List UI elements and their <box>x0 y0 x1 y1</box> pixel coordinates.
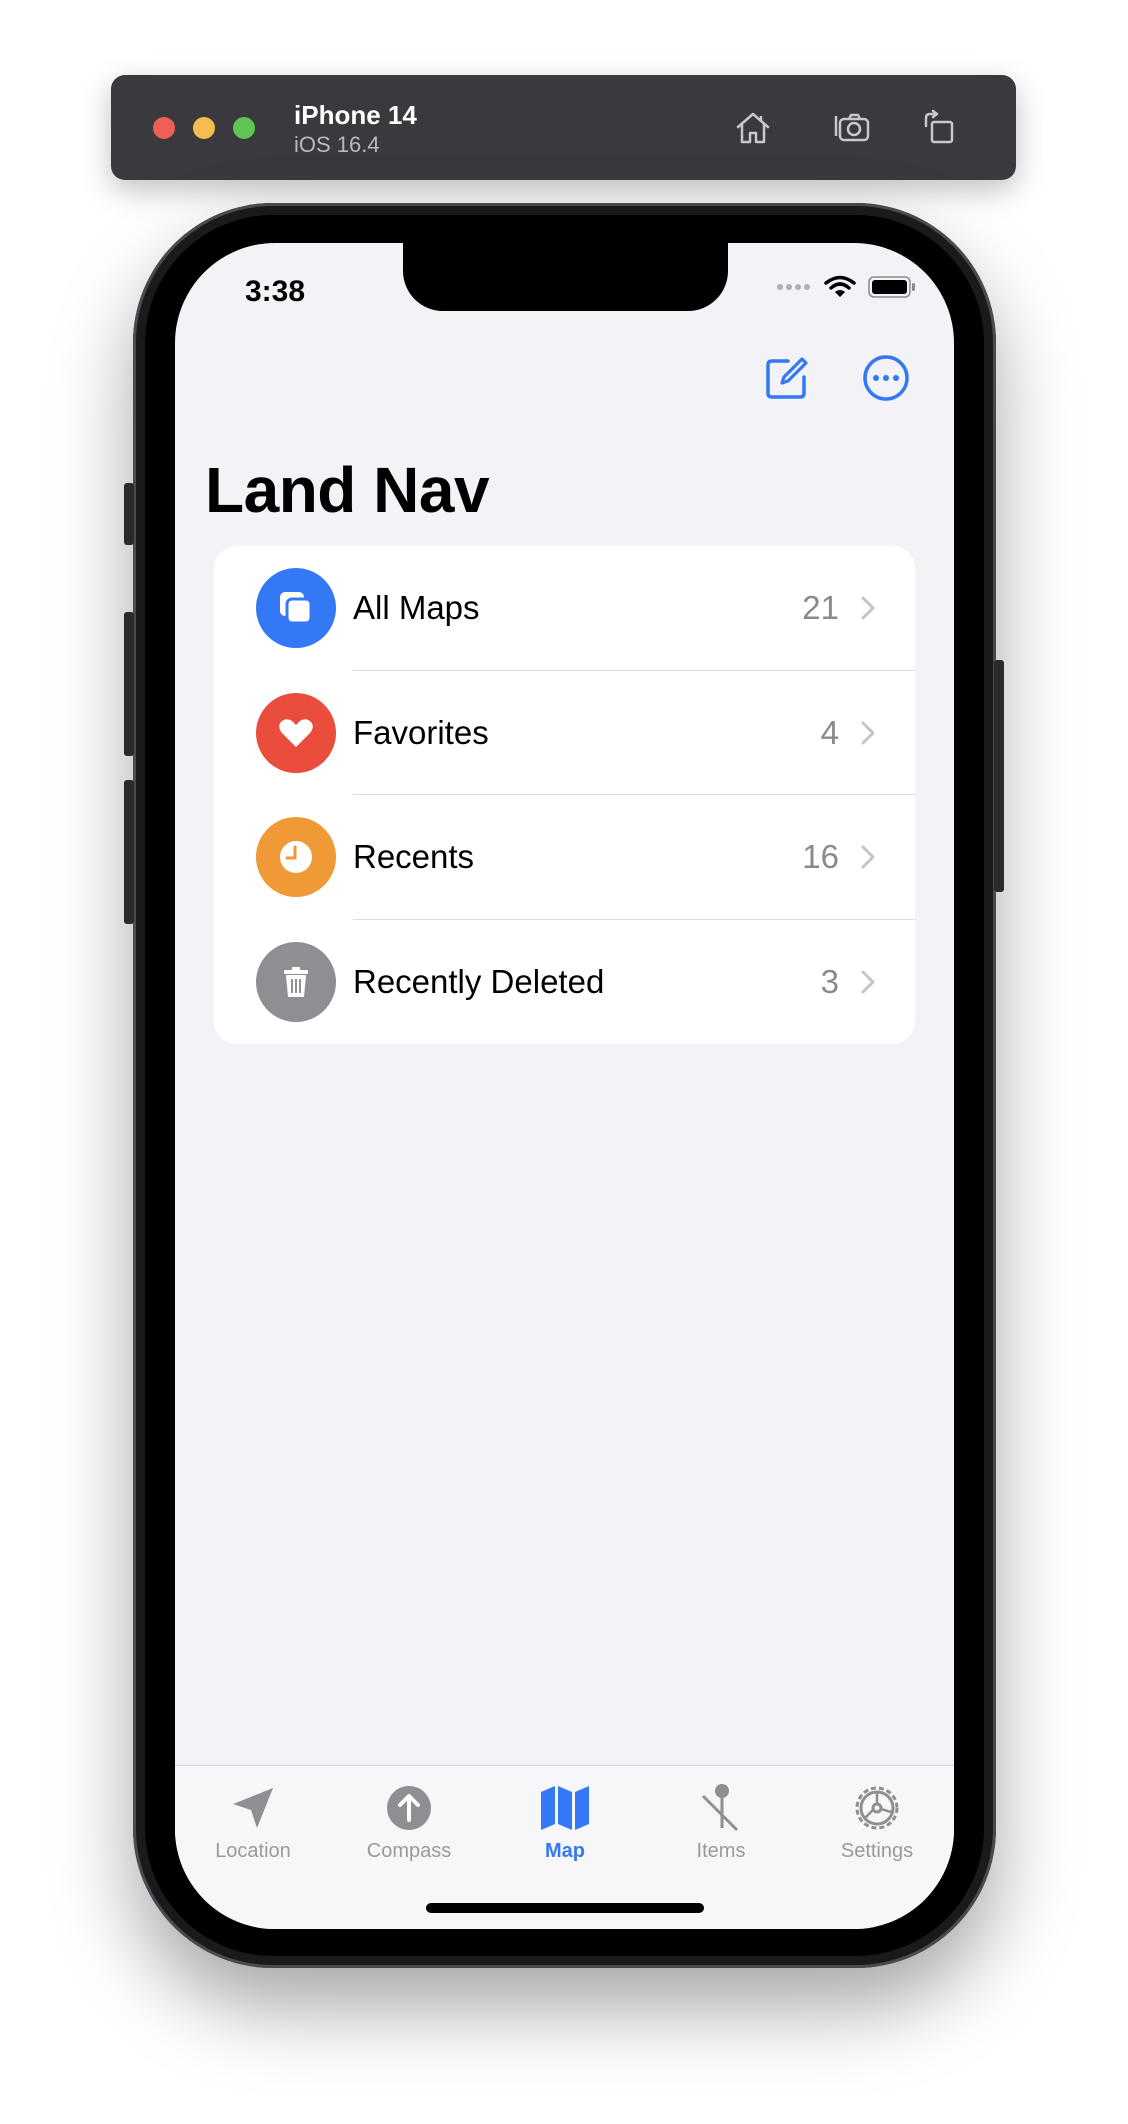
simulator-os-version: iOS 16.4 <box>294 132 380 157</box>
list-item-recently-deleted[interactable]: Recently Deleted 3 <box>214 920 915 1045</box>
home-button[interactable] <box>728 103 778 153</box>
volume-down-button <box>124 780 134 924</box>
stack-icon <box>256 568 336 649</box>
list-item-label: All Maps <box>353 589 480 627</box>
home-icon <box>736 112 770 144</box>
tab-label: Location <box>215 1840 291 1862</box>
rotate-icon <box>924 109 954 144</box>
battery-icon <box>868 276 915 298</box>
folder-list: All Maps 21 Favorites 4 Recents 16 Recen… <box>214 546 915 1044</box>
compose-button[interactable] <box>762 353 812 403</box>
camera-icon <box>834 113 870 142</box>
volume-up-button <box>124 612 134 756</box>
list-item-label: Recents <box>353 838 475 876</box>
chevron-right-icon <box>861 596 875 620</box>
list-item-label: Favorites <box>353 713 489 751</box>
tab-label: Items <box>696 1840 746 1862</box>
list-item-count: 16 <box>802 838 839 876</box>
notch <box>403 243 728 311</box>
zoom-window-button[interactable] <box>233 117 255 139</box>
compass-arrow-icon <box>381 1780 437 1836</box>
power-button <box>994 660 1004 892</box>
chevron-right-icon <box>861 721 875 745</box>
list-item-count: 3 <box>820 962 839 1000</box>
tab-label: Map <box>545 1840 585 1862</box>
screenshot-button[interactable] <box>827 103 877 153</box>
trash-icon <box>256 941 336 1022</box>
list-item-all-maps[interactable]: All Maps 21 <box>214 546 915 671</box>
tab-label: Compass <box>366 1840 452 1862</box>
gear-icon <box>849 1780 905 1836</box>
chevron-right-icon <box>861 845 875 869</box>
minimize-window-button[interactable] <box>193 117 215 139</box>
simulator-device-name: iPhone 14 <box>294 100 417 130</box>
tab-location[interactable]: Location <box>188 1780 318 1863</box>
pin-icon <box>693 1780 749 1836</box>
rotate-button[interactable] <box>915 103 965 153</box>
mute-switch <box>124 483 134 545</box>
status-indicators <box>776 275 916 299</box>
tab-compass[interactable]: Compass <box>344 1780 474 1863</box>
tab-map[interactable]: Map <box>500 1780 630 1863</box>
list-item-recents[interactable]: Recents 16 <box>214 795 915 920</box>
heart-icon <box>256 692 336 773</box>
simulator-toolbar: iPhone 14 iOS 16.4 <box>111 75 1016 180</box>
more-options-button[interactable] <box>861 353 911 403</box>
chevron-right-icon <box>861 970 875 994</box>
list-item-favorites[interactable]: Favorites 4 <box>214 671 915 795</box>
compose-icon <box>766 357 808 399</box>
home-indicator[interactable] <box>426 1903 704 1913</box>
list-item-count: 21 <box>802 589 839 627</box>
map-icon <box>537 1780 593 1836</box>
close-window-button[interactable] <box>153 117 175 139</box>
clock-icon <box>256 817 336 898</box>
list-item-label: Recently Deleted <box>353 962 605 1000</box>
tab-label: Settings <box>840 1840 914 1862</box>
list-item-count: 4 <box>820 713 839 751</box>
status-time: 3:38 <box>245 275 306 308</box>
wifi-icon <box>824 275 856 297</box>
ellipsis-circle-icon <box>863 355 909 401</box>
cellular-signal-icon <box>777 284 810 290</box>
tab-settings[interactable]: Settings <box>812 1780 942 1863</box>
location-arrow-icon <box>225 1780 281 1836</box>
app-screen: 3:38 Land Nav All Maps 21 Favorites 4 Re… <box>175 243 954 1929</box>
page-title: Land Nav <box>205 454 490 526</box>
tab-items[interactable]: Items <box>656 1780 786 1863</box>
